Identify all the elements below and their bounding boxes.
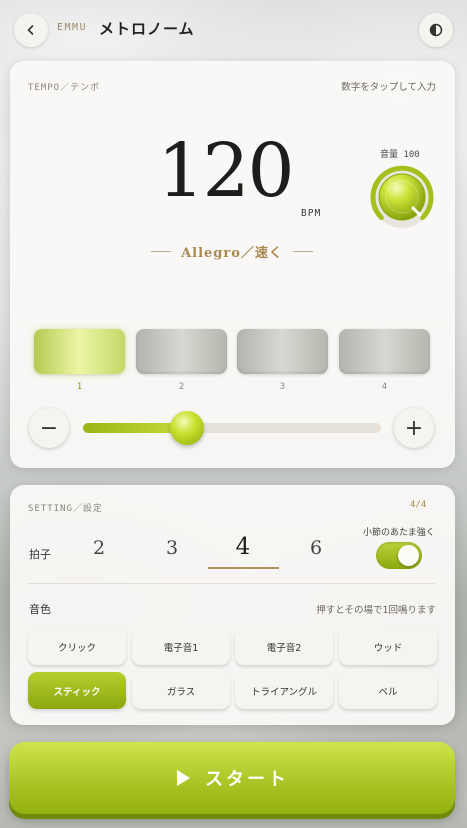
- play-icon: [177, 770, 190, 786]
- tempo-slider[interactable]: [83, 411, 381, 445]
- sound-button[interactable]: 電子音1: [132, 628, 230, 665]
- theme-toggle-button[interactable]: [419, 13, 453, 47]
- sound-button[interactable]: クリック: [28, 628, 126, 665]
- sound-button[interactable]: ガラス: [132, 672, 230, 709]
- sound-button-label: クリック: [57, 642, 96, 654]
- setting-card: SETTING／設定 4/4 拍子 2346 小節のあたま強く 音色 押すとその…: [10, 485, 455, 725]
- sound-button-label: ウッド: [373, 642, 403, 654]
- sound-button[interactable]: トライアングル: [235, 672, 333, 709]
- volume-knob-graphic: [370, 165, 434, 228]
- minus-icon: −: [39, 415, 59, 441]
- accent-toggle[interactable]: [376, 542, 422, 569]
- bpm-unit: BPM: [301, 208, 322, 219]
- sound-button-label: ベル: [378, 686, 398, 698]
- beats-label: 拍子: [29, 548, 51, 561]
- beat-option-2[interactable]: 2: [69, 537, 129, 559]
- sound-button-label: 電子音1: [163, 642, 199, 654]
- beat-pad-1[interactable]: [34, 329, 125, 374]
- beat-pad-number: 4: [381, 382, 388, 392]
- sound-button-label: ガラス: [166, 686, 196, 698]
- volume-label: 音量 100: [380, 150, 420, 160]
- divider: [151, 250, 172, 252]
- sound-button[interactable]: ベル: [339, 672, 437, 709]
- beat-option-3[interactable]: 3: [142, 537, 202, 559]
- volume-knob[interactable]: [369, 164, 435, 230]
- page-title: メトロノーム: [99, 20, 195, 38]
- start-label: スタート: [205, 769, 289, 790]
- beat-selected-underline: [208, 567, 279, 569]
- sound-button[interactable]: 電子音2: [235, 628, 333, 665]
- tempo-section-label: TEMPO／テンポ: [28, 83, 101, 93]
- back-button[interactable]: [14, 13, 48, 47]
- beat-pad-number: 2: [178, 382, 185, 392]
- sound-label: 音色: [29, 603, 51, 616]
- accent-toggle-knob: [398, 545, 419, 566]
- meter-value: 4/4: [410, 500, 427, 510]
- sound-button[interactable]: スティック: [28, 672, 126, 709]
- sound-button-label: スティック: [53, 686, 101, 698]
- beat-pad-4[interactable]: [339, 329, 430, 374]
- beat-option-6[interactable]: 6: [286, 537, 346, 559]
- tempo-decrease-button[interactable]: −: [29, 408, 69, 448]
- beat-pad-2[interactable]: [136, 329, 227, 374]
- sound-button-label: 電子音2: [266, 642, 302, 654]
- setting-section-label: SETTING／設定: [28, 504, 103, 514]
- tempo-increase-button[interactable]: +: [394, 408, 434, 448]
- contrast-icon: [429, 23, 443, 37]
- bpm-value[interactable]: 120: [150, 128, 300, 214]
- beat-pad-3[interactable]: [237, 329, 328, 374]
- setting-divider: [28, 583, 435, 584]
- accent-label: 小節のあたま強く: [363, 528, 435, 538]
- tempo-input-hint: 数字をタップして入力: [341, 82, 436, 93]
- tempo-slider-thumb[interactable]: [170, 411, 205, 445]
- divider: [292, 250, 313, 252]
- sound-hint: 押すとその場で1回鳴ります: [316, 605, 436, 616]
- tempo-name: Allegro／速く: [181, 245, 283, 261]
- tempo-card: TEMPO／テンポ 数字をタップして入力 120 BPM Allegro／速く …: [10, 61, 455, 468]
- sound-button-label: トライアングル: [250, 686, 318, 698]
- chevron-left-icon: [27, 25, 34, 35]
- beat-pad-number: 1: [76, 382, 83, 392]
- beat-option-4[interactable]: 4: [213, 534, 273, 560]
- start-button[interactable]: スタート: [9, 742, 455, 814]
- brand-label: EMMU: [57, 22, 88, 33]
- app-header: EMMU メトロノーム: [0, 0, 467, 60]
- sound-button[interactable]: ウッド: [339, 628, 437, 665]
- plus-icon: +: [404, 415, 424, 441]
- beat-pad-number: 3: [279, 382, 286, 392]
- tempo-name-row: Allegro／速く: [146, 241, 318, 261]
